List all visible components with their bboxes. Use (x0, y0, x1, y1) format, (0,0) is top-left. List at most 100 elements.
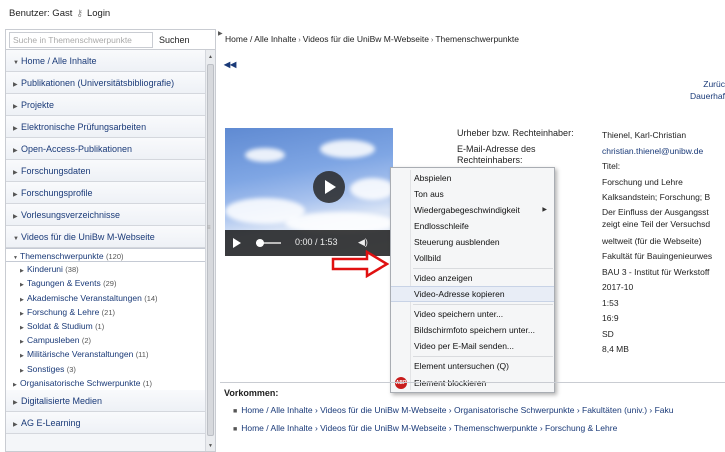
top-bar: Benutzer: Gast ⚷ Login (0, 0, 725, 26)
chevron-right-icon: › (298, 37, 301, 44)
menu-item-email[interactable]: Video per E-Mail senden... (391, 338, 554, 354)
nav-item-forschungsprofile[interactable]: ▶ Forschungsprofile (6, 182, 206, 204)
rewind-icon[interactable]: ◀◀ (224, 60, 236, 69)
back-link[interactable]: Zurüc (690, 78, 725, 90)
menu-item-adresse-kopieren[interactable]: Video-Adresse kopieren (391, 286, 554, 302)
email-link[interactable]: christian.thienel@unibw.de (602, 146, 703, 156)
value-keywords: Kalksandstein; Forschung; B (602, 192, 711, 202)
triangle-right-icon: ▶ (13, 126, 18, 132)
breadcrumb-item[interactable]: Home / Alle Inhalte (225, 34, 296, 44)
user-status: Benutzer: Gast (9, 7, 73, 19)
value-titel: Forschung und Lehre (602, 176, 683, 187)
menu-item-vollbild[interactable]: Vollbild (391, 250, 554, 266)
nav-item-elearning[interactable]: ▶ AG E-Learning (6, 411, 206, 434)
submenu-arrow-icon: ▶ (542, 207, 547, 213)
back-links: Zurüc Dauerhaf (690, 78, 725, 102)
sub-label: Sonstiges (27, 363, 65, 374)
metadata-labels: Urheber bzw. Rechteinhaber: E-Mail-Adres… (457, 128, 585, 166)
sub-item[interactable]: ▶ Forschung & Lehre (21) (6, 304, 206, 319)
nav-item-forschungsdaten[interactable]: ▶ Forschungsdaten (6, 160, 206, 182)
vorkommen-path[interactable]: ■ Home / Alle Inhalte › Videos für die Un… (233, 423, 725, 433)
sub-item[interactable]: ▶ Militärische Veranstaltungen (11) (6, 347, 206, 362)
nav-label: Elektronische Prüfungsarbeiten (21, 122, 147, 132)
sub-label: Forschung & Lehre (27, 306, 100, 317)
menu-item-abspielen[interactable]: Abspielen (391, 170, 554, 186)
value-fakultaet: Fakultät für Bauingenieurwes (602, 251, 713, 261)
item-count: (14) (144, 293, 158, 303)
nav-item-home[interactable]: ▼ Home / Alle Inhalte (6, 50, 206, 72)
nav-item-publikationen[interactable]: ▶ Publikationen (Universitätsbibliografie… (6, 72, 206, 94)
volume-icon[interactable]: ◀) (358, 237, 368, 248)
menu-item-blockieren[interactable]: ABP Element blockieren (391, 375, 554, 391)
login-link[interactable]: Login (87, 8, 110, 19)
triangle-down-icon: ▼ (13, 60, 19, 66)
menu-item-steuerung[interactable]: Steuerung ausblenden (391, 234, 554, 250)
vorkommen-path-text[interactable]: Home / Alle Inhalte › Videos für die Uni… (241, 423, 617, 433)
nav-item-vorlesungen[interactable]: ▶ Vorlesungsverzeichnisse (6, 204, 206, 226)
nav-item-videos[interactable]: ▼ Videos für die UniBw M-Webseite (6, 226, 206, 248)
search-input[interactable] (9, 31, 153, 48)
menu-item-speichern[interactable]: Video speichern unter... (391, 306, 554, 322)
item-count: (38) (65, 265, 79, 275)
triangle-right-icon: ▶ (13, 170, 18, 176)
vorkommen-path[interactable]: ■ Home / Alle Inhalte › Videos für die Un… (233, 405, 725, 415)
menu-item-bildschirmfoto[interactable]: Bildschirmfoto speichern unter... (391, 322, 554, 338)
sub-item-themenschwerpunkte[interactable]: ▼ Themenschwerpunkte (120) (6, 248, 206, 263)
nav-item-projekte[interactable]: ▶ Projekte (6, 94, 206, 116)
item-count: (29) (103, 279, 117, 289)
sub-item[interactable]: ▶ Tagungen & Events (29) (6, 276, 206, 291)
sub-item[interactable]: ▶ Akademische Veranstaltungen (14) (6, 290, 206, 305)
collapse-sidebar-icon[interactable]: ▶ (218, 30, 223, 37)
menu-item-untersuchen[interactable]: Element untersuchen (Q) (391, 358, 554, 374)
sub-item[interactable]: ▶ Kinderuni (38) (6, 262, 206, 277)
scroll-up-icon[interactable]: ▲ (207, 52, 214, 62)
video-player[interactable]: 0:00 / 1:53 ◀) (225, 128, 393, 256)
nav-item-pruefungsarbeiten[interactable]: ▶ Elektronische Prüfungsarbeiten (6, 116, 206, 138)
permalink[interactable]: Dauerhaf (690, 90, 725, 102)
key-icon[interactable]: ⚷ (76, 8, 83, 19)
nav-label: Digitalisierte Medien (21, 395, 103, 406)
sub-label: Kinderuni (27, 264, 63, 275)
play-button[interactable] (313, 171, 345, 203)
nav-label: Videos für die UniBw M-Webseite (21, 232, 155, 242)
sub-label: Soldat & Studium (27, 320, 93, 331)
sub-item[interactable]: ▶ Sonstiges (3) (6, 361, 206, 376)
menu-separator (413, 304, 553, 305)
scroll-thumb[interactable] (207, 64, 214, 436)
menu-item-wiedergabe[interactable]: Wiedergabegeschwindigkeit ▶ (391, 202, 554, 218)
sub-label: Militärische Veranstaltungen (27, 349, 134, 360)
breadcrumb-item[interactable]: Themenschwerpunkte (435, 34, 519, 44)
chevron-right-icon: › (431, 37, 434, 44)
vorkommen-path-text[interactable]: Home / Alle Inhalte › Videos für die Uni… (241, 405, 673, 415)
sub-item[interactable]: ▶ Campusleben (2) (6, 333, 206, 348)
nav-label: Home / Alle Inhalte (21, 56, 97, 66)
sub-label: Tagungen & Events (27, 278, 101, 289)
description-line: Der Einfluss der Ausgangsst (602, 206, 709, 217)
control-play-icon[interactable] (233, 238, 241, 248)
nav-item-digitalisierte[interactable]: ▶ Digitalisierte Medien (6, 389, 206, 412)
nav-item-open-access[interactable]: ▶ Open-Access-Publikationen (6, 138, 206, 160)
triangle-right-icon: ▶ (13, 104, 18, 110)
sidebar-scrollbar[interactable]: ▲ ≡ ▼ (205, 50, 215, 451)
menu-item-endlos[interactable]: Endlosschleife (391, 218, 554, 234)
red-arrow-annotation (331, 250, 389, 278)
progress-knob[interactable] (256, 239, 264, 247)
menu-item-ton-aus[interactable]: Ton aus (391, 186, 554, 202)
menu-label: Wiedergabegeschwindigkeit (414, 205, 520, 215)
item-count: (1) (95, 321, 105, 331)
value-titel-label: Titel: (602, 161, 621, 171)
menu-separator (413, 356, 553, 357)
sub-item-organisatorische[interactable]: ▶ Organisatorische Schwerpunkte (1) (6, 375, 206, 390)
value-rights: weltweit (für die Webseite) (602, 235, 702, 246)
nav-label: Projekte (21, 100, 55, 110)
value-email[interactable]: christian.thienel@unibw.de (602, 144, 725, 160)
nav-tree: ▼ Home / Alle Inhalte ▶ Publikationen (Uni… (6, 50, 206, 434)
vorkommen-title: Vorkommen: (224, 388, 279, 398)
scroll-down-icon[interactable]: ▼ (207, 441, 214, 451)
nav-label: Publikationen (Universitätsbibliografie) (21, 78, 175, 88)
sub-item[interactable]: ▶ Soldat & Studium (1) (6, 318, 206, 334)
menu-item-video-anzeigen[interactable]: Video anzeigen (391, 270, 554, 286)
grip-icon: ≡ (207, 225, 211, 231)
search-button[interactable]: Suchen (159, 35, 190, 45)
breadcrumb-item[interactable]: Videos für die UniBw M-Webseite (303, 34, 429, 44)
